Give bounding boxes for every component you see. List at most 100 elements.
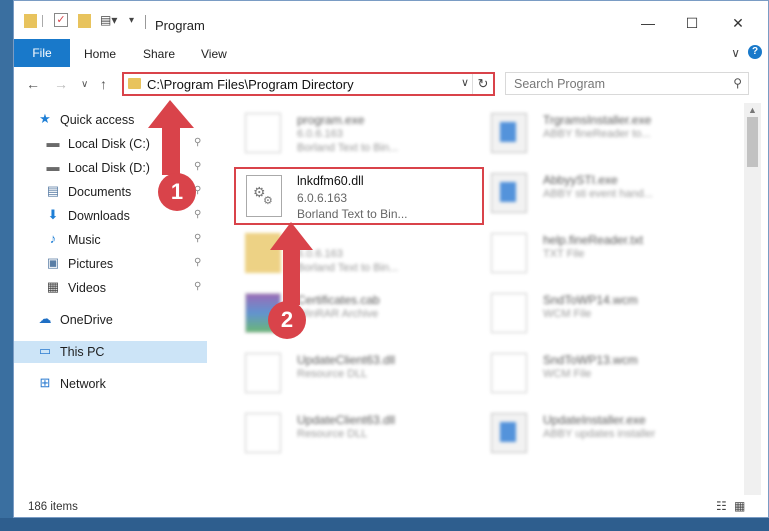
doc-file-icon bbox=[491, 233, 527, 273]
sidebar-item-network[interactable]: ⊞ Network bbox=[14, 373, 207, 395]
search-input[interactable]: Search Program bbox=[514, 77, 605, 91]
file-description: Borland Text to Bin... bbox=[297, 207, 408, 221]
sidebar-item-quick-access[interactable]: ★ Quick access bbox=[14, 109, 207, 131]
file-detail: Resource DLL bbox=[297, 368, 368, 380]
sidebar-item-label: Pictures bbox=[68, 257, 114, 271]
sidebar-item-label: Network bbox=[60, 377, 106, 391]
folder-icon bbox=[128, 78, 141, 89]
file-item[interactable]: SndToWP14.wcm WCM File bbox=[481, 285, 721, 343]
new-folder-icon[interactable] bbox=[78, 14, 91, 28]
file-subdetail: Borland Text to Bin... bbox=[297, 142, 399, 154]
file-item[interactable]: 6.0.6.163 Borland Text to Bin... bbox=[235, 225, 475, 283]
nav-item-icon: ⊞ bbox=[39, 375, 51, 390]
file-name: UpdateInstaller.exe bbox=[543, 413, 646, 427]
minimize-button[interactable]: — bbox=[638, 15, 658, 31]
nav-item-icon: ▬ bbox=[46, 135, 60, 150]
file-detail: 6.0.6.163 bbox=[297, 128, 343, 140]
scrollbar-thumb[interactable] bbox=[747, 117, 758, 167]
search-box[interactable]: Search Program ⚲ bbox=[505, 72, 749, 95]
address-dropdown-icon[interactable]: ∨ bbox=[461, 76, 469, 89]
file-item[interactable]: SndToWP13.wcm WCM File bbox=[481, 345, 721, 403]
app-file-icon bbox=[491, 113, 527, 153]
address-bar[interactable]: C:\Program Files\Program Directory ∨ ↻ bbox=[122, 72, 495, 96]
nav-item-icon: ⬇ bbox=[47, 207, 59, 222]
ribbon: File Home Share View ∨ ? bbox=[14, 39, 768, 68]
sidebar-item-pictures[interactable]: ▣ Pictures ⚲ bbox=[14, 253, 207, 275]
sidebar-item-music[interactable]: ♪ Music ⚲ bbox=[14, 229, 207, 251]
file-detail: Resource DLL bbox=[297, 428, 368, 440]
nav-item-icon: ▦ bbox=[46, 279, 60, 294]
refresh-button[interactable]: ↻ bbox=[472, 74, 493, 94]
app-file-icon bbox=[491, 173, 527, 213]
help-icon[interactable]: ? bbox=[748, 45, 762, 59]
dll-file-icon bbox=[245, 413, 281, 453]
navigation-pane: ★ Quick access ▬ Local Disk (C:) ⚲ ▬ Local Dis… bbox=[14, 103, 209, 495]
desktop-background bbox=[0, 518, 769, 531]
tab-file[interactable]: File bbox=[14, 39, 70, 67]
tab-share[interactable]: Share bbox=[143, 47, 175, 61]
file-detail: WCM File bbox=[543, 368, 592, 380]
file-item[interactable]: help.fineReader.txt TXT File bbox=[481, 225, 721, 283]
file-item[interactable]: UpdateInstaller.exe ABBY updates installe… bbox=[481, 405, 721, 463]
sidebar-item-label: Local Disk (C:) bbox=[68, 137, 150, 151]
file-detail: ABBY sti event hand... bbox=[543, 188, 653, 200]
navigation-bar: ← → ∨ ↑ C:\Program Files\Program Directo… bbox=[14, 67, 768, 103]
vertical-scrollbar[interactable]: ▲ bbox=[744, 103, 761, 495]
sidebar-item-local-disk-c[interactable]: ▬ Local Disk (C:) ⚲ bbox=[14, 133, 207, 155]
maximize-button[interactable]: ☐ bbox=[682, 15, 702, 32]
forward-button[interactable]: → bbox=[54, 76, 68, 92]
nav-item-icon: ▤ bbox=[46, 183, 60, 198]
exe-file-icon bbox=[245, 113, 281, 153]
recent-locations-button[interactable]: ∨ bbox=[81, 79, 88, 90]
nav-item-icon: ▭ bbox=[38, 343, 52, 358]
sidebar-item-label: Downloads bbox=[68, 209, 130, 223]
sidebar-item-videos[interactable]: ▦ Videos ⚲ bbox=[14, 277, 207, 299]
highlighted-file-item[interactable]: ⚙ ⚙ lnkdfm60.dll 6.0.6.163 Borland Text … bbox=[234, 167, 484, 225]
file-item[interactable]: UpdateClient63.dll Resource DLL bbox=[235, 345, 475, 403]
pin-icon[interactable]: ⚲ bbox=[194, 137, 201, 148]
large-icons-view-icon[interactable]: ▦ bbox=[734, 499, 748, 513]
file-name: TrgramsInstaller.exe bbox=[543, 113, 652, 127]
pin-icon[interactable]: ⚲ bbox=[194, 161, 201, 172]
up-button[interactable]: ↑ bbox=[100, 76, 107, 92]
back-button[interactable]: ← bbox=[26, 76, 40, 92]
properties-icon[interactable]: ✓ bbox=[54, 13, 68, 27]
step-2-badge: 2 bbox=[268, 301, 306, 339]
expand-ribbon-icon[interactable]: ∨ bbox=[731, 46, 740, 60]
search-icon: ⚲ bbox=[733, 76, 742, 90]
file-item[interactable]: program.exe 6.0.6.163 Borland Text to Bin.… bbox=[235, 105, 475, 163]
scroll-up-icon[interactable]: ▲ bbox=[748, 105, 757, 115]
dll-file-icon bbox=[245, 353, 281, 393]
file-item[interactable]: AbbyySTI.exe ABBY sti event hand... bbox=[481, 165, 721, 223]
sidebar-item-label: Local Disk (D:) bbox=[68, 161, 150, 175]
address-path: C:\Program Files\Program Directory bbox=[147, 77, 354, 92]
details-view-icon[interactable]: ☷ bbox=[716, 499, 730, 513]
file-detail: WCM File bbox=[543, 308, 592, 320]
sidebar-item-label: Quick access bbox=[60, 113, 135, 127]
sidebar-item-label: Music bbox=[68, 233, 101, 247]
file-detail: ABBY fineReader to... bbox=[543, 128, 651, 140]
pin-icon[interactable]: ⚲ bbox=[194, 257, 201, 268]
sidebar-item-this-pc[interactable]: ▭ This PC bbox=[14, 341, 207, 363]
nav-item-icon: ♪ bbox=[49, 231, 57, 246]
sidebar-item-onedrive[interactable]: ☁ OneDrive bbox=[14, 309, 207, 331]
pin-icon[interactable]: ⚲ bbox=[194, 209, 201, 220]
customize-qa-icon[interactable]: ▾ bbox=[129, 15, 134, 31]
dll-file-icon: ⚙ ⚙ bbox=[246, 175, 282, 217]
pin-icon[interactable]: ⚲ bbox=[194, 233, 201, 244]
pin-icon[interactable]: ⚲ bbox=[194, 281, 201, 292]
file-detail: ABBY updates installer bbox=[543, 428, 656, 440]
tab-home[interactable]: Home bbox=[84, 47, 116, 61]
file-name: program.exe bbox=[297, 113, 365, 127]
file-item[interactable]: TrgramsInstaller.exe ABBY fineReader to..… bbox=[481, 105, 721, 163]
tab-view[interactable]: View bbox=[201, 47, 227, 61]
file-item[interactable]: UpdateClient63.dll Resource DLL bbox=[235, 405, 475, 463]
qa-separator bbox=[42, 15, 43, 27]
sidebar-item-label: This PC bbox=[60, 345, 105, 359]
file-list: program.exe 6.0.6.163 Borland Text to Bin.… bbox=[211, 103, 744, 495]
step-1-badge: 1 bbox=[158, 173, 196, 211]
nav-item-icon: ▬ bbox=[46, 159, 60, 174]
close-button[interactable]: ✕ bbox=[728, 15, 748, 32]
view-options-icon[interactable]: ▤▾ bbox=[100, 13, 117, 29]
item-count: 186 items bbox=[28, 501, 78, 513]
